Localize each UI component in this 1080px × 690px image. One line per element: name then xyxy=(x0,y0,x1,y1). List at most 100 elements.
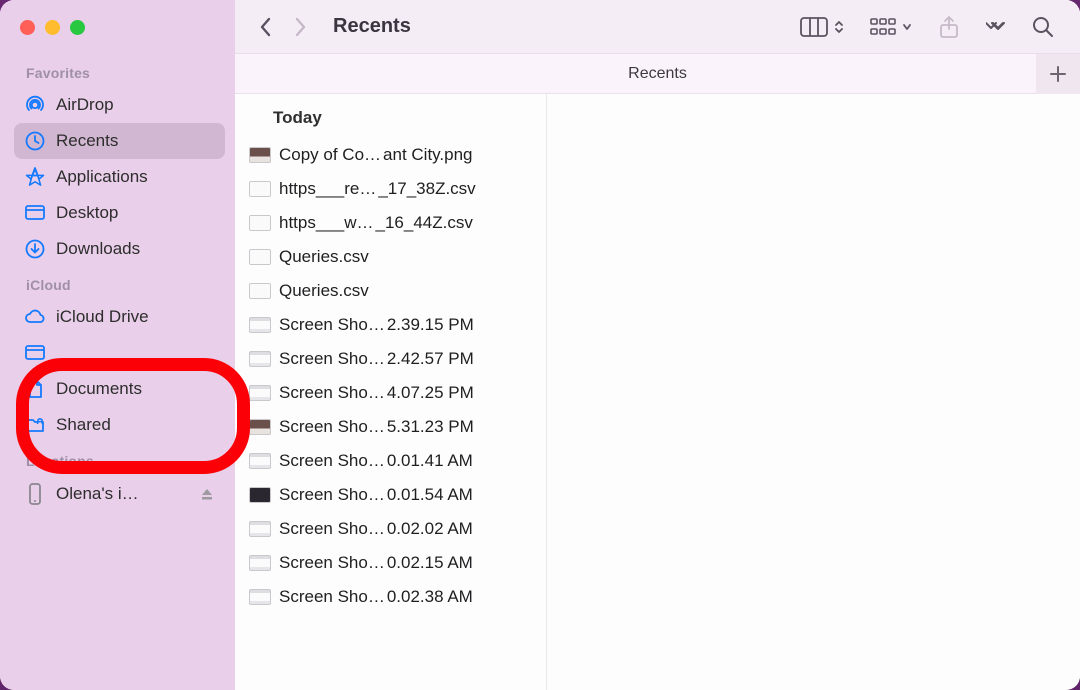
sidebar-item-hidden[interactable] xyxy=(14,335,225,371)
apps-icon xyxy=(24,166,46,188)
file-row[interactable]: Copy of Co…ant City.png xyxy=(245,138,538,172)
share-button[interactable] xyxy=(926,9,972,45)
file-name: Screen Sho…2.42.57 PM xyxy=(279,349,474,369)
file-row[interactable]: https___re…_17_38Z.csv xyxy=(245,172,538,206)
file-thumbnail xyxy=(249,351,271,367)
file-thumbnail xyxy=(249,147,271,163)
window-controls xyxy=(14,14,225,55)
file-row[interactable]: Screen Sho…2.42.57 PM xyxy=(245,342,538,376)
search-button[interactable] xyxy=(1020,10,1066,44)
file-row[interactable]: Screen Sho…0.01.54 AM xyxy=(245,478,538,512)
file-row[interactable]: Screen Sho…5.31.23 PM xyxy=(245,410,538,444)
forward-button[interactable] xyxy=(283,11,317,43)
file-name: Screen Sho…0.01.54 AM xyxy=(279,485,473,505)
sidebar-item-downloads[interactable]: Downloads xyxy=(14,231,225,267)
back-button[interactable] xyxy=(249,11,283,43)
toolbar: Recents xyxy=(235,0,1080,54)
file-thumbnail xyxy=(249,487,271,503)
file-thumbnail xyxy=(249,521,271,537)
file-thumbnail xyxy=(249,453,271,469)
group-by-button[interactable] xyxy=(858,11,926,43)
clock-icon xyxy=(24,130,46,152)
desktop-icon xyxy=(24,342,46,364)
sidebar-section-header: Locations xyxy=(14,443,225,475)
file-name: Screen Sho…4.07.25 PM xyxy=(279,383,474,403)
sidebar-item-desktop[interactable]: Desktop xyxy=(14,195,225,231)
close-window-button[interactable] xyxy=(20,20,35,35)
file-thumbnail xyxy=(249,181,271,197)
file-name: Screen Sho…0.02.38 AM xyxy=(279,587,473,607)
eject-button[interactable] xyxy=(199,486,215,502)
file-name: Queries.csv xyxy=(279,281,371,301)
new-tab-button[interactable] xyxy=(1036,54,1080,94)
sidebar-item-airdrop[interactable]: AirDrop xyxy=(14,87,225,123)
sidebar: Favorites AirDrop Recents Applications Deskt… xyxy=(0,0,235,690)
sidebar-section-header: iCloud xyxy=(14,267,225,299)
sidebar-item-applications[interactable]: Applications xyxy=(14,159,225,195)
desktop-icon xyxy=(24,202,46,224)
sidebar-item-icloud-drive[interactable]: iCloud Drive xyxy=(14,299,225,335)
file-row[interactable]: Screen Sho…0.02.38 AM xyxy=(245,580,538,614)
file-thumbnail xyxy=(249,589,271,605)
file-name: Queries.csv xyxy=(279,247,371,267)
file-name: https___w…_16_44Z.csv xyxy=(279,213,473,233)
file-row[interactable]: Screen Sho…0.02.15 AM xyxy=(245,546,538,580)
file-name: Screen Sho…0.02.15 AM xyxy=(279,553,473,573)
file-thumbnail xyxy=(249,385,271,401)
column-2-empty xyxy=(547,94,1080,690)
file-row[interactable]: https___w…_16_44Z.csv xyxy=(245,206,538,240)
sidebar-item-recents[interactable]: Recents xyxy=(14,123,225,159)
file-row[interactable]: Screen Sho…0.01.41 AM xyxy=(245,444,538,478)
file-row[interactable]: Queries.csv xyxy=(245,274,538,308)
sidebar-item-label: iCloud Drive xyxy=(56,307,149,327)
column-1: Today Copy of Co…ant City.pnghttps___re…… xyxy=(235,94,547,690)
file-thumbnail xyxy=(249,283,271,299)
sidebar-item-label: Desktop xyxy=(56,203,118,223)
file-name: Screen Sho…0.01.41 AM xyxy=(279,451,473,471)
file-list: Copy of Co…ant City.png https___re…_17_38… xyxy=(235,138,546,628)
cloud-icon xyxy=(24,306,46,328)
sidebar-item-shared[interactable]: Shared xyxy=(14,407,225,443)
file-row[interactable]: Screen Sho…2.39.15 PM xyxy=(245,308,538,342)
sidebar-section-header: Favorites xyxy=(14,55,225,87)
file-row[interactable]: Screen Sho…4.07.25 PM xyxy=(245,376,538,410)
sidebar-item-label: AirDrop xyxy=(56,95,114,115)
file-name: Screen Sho…0.02.02 AM xyxy=(279,519,473,539)
sidebar-item-label: Downloads xyxy=(56,239,140,259)
main-area: Recents xyxy=(235,0,1080,690)
minimize-window-button[interactable] xyxy=(45,20,60,35)
file-name: https___re…_17_38Z.csv xyxy=(279,179,476,199)
fullscreen-window-button[interactable] xyxy=(70,20,85,35)
file-name: Copy of Co…ant City.png xyxy=(279,145,473,165)
sidebar-item-label: Applications xyxy=(56,167,148,187)
file-row[interactable]: Screen Sho…0.02.02 AM xyxy=(245,512,538,546)
shared-folder-icon xyxy=(24,414,46,436)
device-icon xyxy=(24,482,46,506)
path-segment[interactable]: Recents xyxy=(628,65,687,83)
download-icon xyxy=(24,238,46,260)
sidebar-item-label: Olena's i… xyxy=(56,484,139,504)
sidebar-item-label: Documents xyxy=(56,379,142,399)
chevron-down-icon xyxy=(900,17,914,37)
toolbar-title: Recents xyxy=(333,15,411,38)
chevron-up-down-icon xyxy=(832,17,846,37)
tab-bar: Recents xyxy=(235,54,1080,94)
file-name: Screen Sho…5.31.23 PM xyxy=(279,417,474,437)
sidebar-item-label: Recents xyxy=(56,131,118,151)
file-thumbnail xyxy=(249,317,271,333)
airdrop-icon xyxy=(24,94,46,116)
sidebar-item-olenas-i[interactable]: Olena's i… xyxy=(14,475,225,513)
finder-window: Favorites AirDrop Recents Applications Deskt… xyxy=(0,0,1080,690)
file-thumbnail xyxy=(249,555,271,571)
file-name: Screen Sho…2.39.15 PM xyxy=(279,315,474,335)
overflow-button[interactable] xyxy=(972,13,1020,41)
column-view: Today Copy of Co…ant City.pnghttps___re…… xyxy=(235,94,1080,690)
sidebar-item-documents[interactable]: Documents xyxy=(14,371,225,407)
file-thumbnail xyxy=(249,419,271,435)
view-columns-button[interactable] xyxy=(788,11,858,43)
file-thumbnail xyxy=(249,215,271,231)
document-icon xyxy=(24,378,46,400)
sidebar-item-label: Shared xyxy=(56,415,111,435)
file-thumbnail xyxy=(249,249,271,265)
file-row[interactable]: Queries.csv xyxy=(245,240,538,274)
